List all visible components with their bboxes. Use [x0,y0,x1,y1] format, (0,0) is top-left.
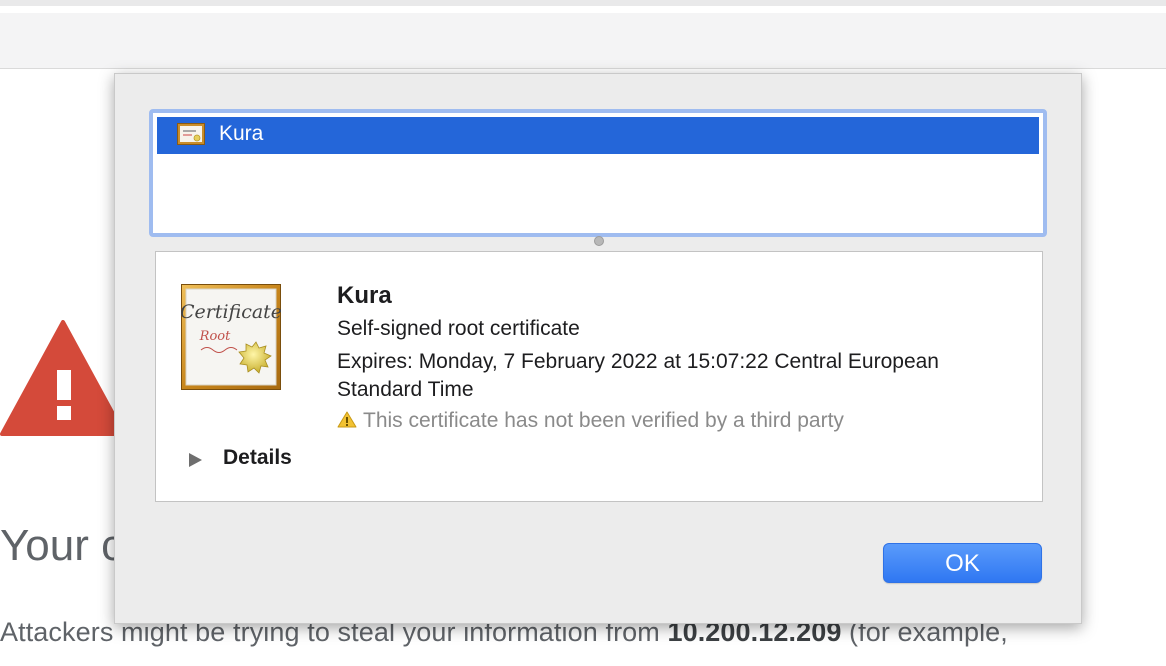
certificate-list[interactable]: Kura [149,109,1047,237]
svg-text:Root: Root [199,329,231,344]
certificate-expiry: Expires: Monday, 7 February 2022 at 15:0… [337,350,939,401]
certificate-dialog: Kura Certificate Root Kura Self-signed r… [114,73,1082,624]
ok-button[interactable]: OK [883,543,1042,583]
certificate-icon [177,123,205,145]
certificate-detail-panel: Certificate Root Kura Self-signed root c… [155,251,1043,502]
page-heading: Your c [0,521,124,570]
caution-icon [337,411,357,428]
danger-warning-icon [0,320,126,436]
split-view-handle[interactable] [594,236,604,246]
browser-toolbar [0,13,1166,69]
certificate-list-item-label: Kura [219,122,264,145]
details-label: Details [223,446,292,469]
certificate-name: Kura [337,282,392,309]
disclosure-triangle-icon[interactable] [187,451,203,469]
certificate-trust-warning: This certificate has not been verified b… [337,409,844,433]
certificate-trust-warning-text: This certificate has not been verified b… [363,409,844,432]
certificate-list-item[interactable]: Kura [157,117,1039,154]
certificate-root-icon: Certificate Root [181,284,281,390]
svg-text:Certificate: Certificate [181,301,281,323]
browser-top-strip [0,0,1166,6]
certificate-type: Self-signed root certificate [337,317,580,340]
